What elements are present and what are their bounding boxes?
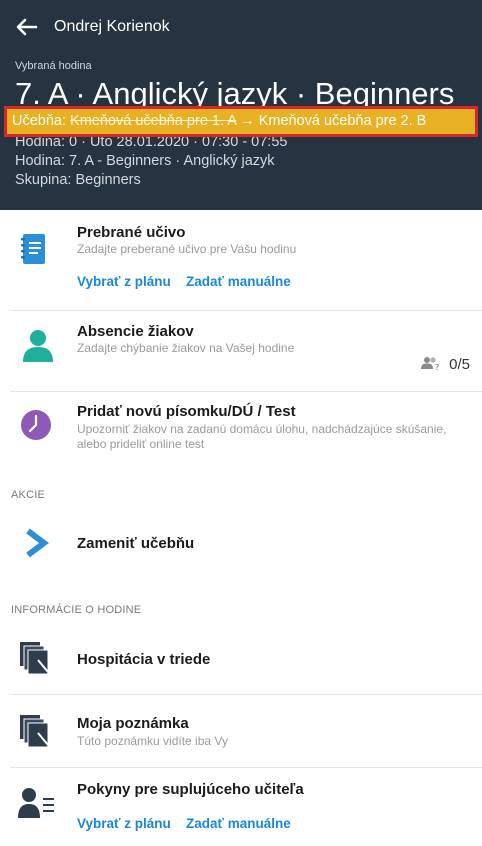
absence-subtitle: Zadajte chýbanie žiakov na Vašej hodine — [77, 341, 295, 355]
actions-section-label: AKCIE — [11, 489, 46, 501]
old-room: Kmeňová učebňa pre 1. A — [70, 113, 237, 129]
topic-title: Prebrané učivo — [77, 224, 186, 241]
topic-enter-manually-link[interactable]: Zadať manuálne — [186, 274, 291, 289]
absence-title: Absencie žiakov — [77, 323, 194, 340]
chevron-right-icon — [24, 528, 50, 563]
note-title: Moja poznámka — [77, 715, 189, 732]
lesson-group-line: Skupina: Beginners — [15, 172, 141, 188]
substitute-enter-manually-link[interactable]: Zadať manuálne — [186, 816, 291, 831]
change-room-row[interactable]: Zameniť učebňu — [0, 510, 482, 580]
add-test-row[interactable]: Pridať novú písomku/DÚ / Test Upozorniť … — [0, 392, 482, 470]
new-room: Kmeňová učebňa pre 2. B — [258, 113, 427, 129]
room-change-arrow: → — [240, 113, 255, 129]
inspection-title: Hospitácia v triede — [77, 651, 211, 668]
person-list-icon — [18, 786, 56, 825]
add-test-title: Pridať novú písomku/DÚ / Test — [77, 403, 296, 420]
documents-icon — [18, 640, 54, 681]
topic-select-from-plan-link[interactable]: Vybrať z plánu — [77, 274, 171, 289]
change-room-title: Zameniť učebňu — [77, 535, 195, 552]
absence-count: 0/5 — [449, 356, 470, 373]
lesson-header: Ondrej Korienok Vybraná hodina 7. A · An… — [0, 0, 482, 210]
substitute-row[interactable]: Pokyny pre suplujúceho učiteľa Vybrať z … — [0, 768, 482, 846]
selected-lesson-label: Vybraná hodina — [15, 60, 92, 72]
room-change-banner: Učebňa: Kmeňová učebňa pre 1. A → Kmeňov… — [4, 106, 478, 137]
substitute-title: Pokyny pre suplujúceho učiteľa — [77, 781, 304, 798]
lesson-info-line: Hodina: 7. A - Beginners · Anglický jazy… — [15, 153, 275, 169]
top-bar: Ondrej Korienok — [0, 0, 482, 56]
info-section-label: INFORMÁCIE O HODINE — [11, 604, 142, 616]
user-name: Ondrej Korienok — [54, 18, 170, 35]
svg-text:?: ? — [435, 363, 439, 370]
topic-row[interactable]: Prebrané učivo Zadajte preberané učivo p… — [0, 210, 482, 310]
topic-subtitle: Zadajte preberané učivo pre Vašu hodinu — [77, 242, 297, 256]
notebook-icon — [18, 232, 50, 271]
inspection-row[interactable]: Hospitácia v triede — [0, 622, 482, 694]
add-test-subtitle: Upozorniť žiakov na zadanú domácu úlohu,… — [77, 422, 447, 451]
person-icon — [22, 328, 54, 367]
substitute-select-from-plan-link[interactable]: Vybrať z plánu — [77, 816, 171, 831]
documents-icon — [18, 713, 54, 754]
arrow-left-icon[interactable] — [14, 14, 40, 40]
people-question-icon: ? — [420, 356, 441, 374]
note-row[interactable]: Moja poznámka Túto poznámku vidíte iba V… — [0, 695, 482, 767]
absence-counter: ? 0/5 — [420, 356, 470, 374]
absence-row[interactable]: Absencie žiakov Zadajte chýbanie žiakov … — [0, 311, 482, 391]
room-change-prefix: Učebňa: — [12, 113, 67, 129]
note-subtitle: Túto poznámku vidíte iba Vy — [77, 734, 228, 748]
clock-icon — [20, 409, 52, 446]
